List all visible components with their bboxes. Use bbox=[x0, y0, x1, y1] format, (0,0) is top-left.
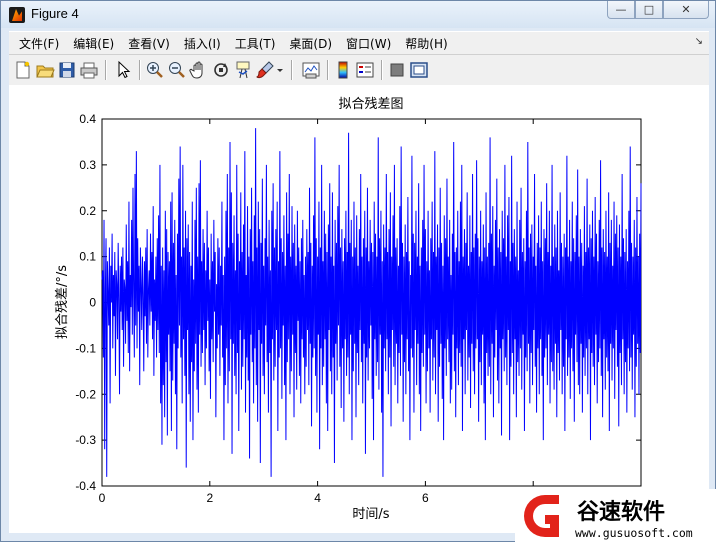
gusu-watermark-logo: 谷速软件 www.gusuosoft.com bbox=[515, 489, 716, 543]
x-axis-label: 时间/s bbox=[352, 507, 389, 522]
menu-edit[interactable]: 编辑(E) bbox=[73, 35, 114, 52]
menu-file[interactable]: 文件(F) bbox=[19, 35, 59, 52]
menu-tools[interactable]: 工具(T) bbox=[235, 35, 276, 52]
edit-plot-arrow-icon[interactable] bbox=[113, 60, 133, 80]
y-tick-label: -0.1 bbox=[75, 341, 96, 355]
menu-window[interactable]: 窗口(W) bbox=[346, 35, 391, 52]
hide-plot-tools-icon[interactable] bbox=[387, 60, 407, 80]
residual-plot: 拟合残差图 0246810 -0.4-0.3-0.2-0.100.10.20.3… bbox=[55, 97, 648, 522]
y-tick-label: 0.3 bbox=[79, 158, 96, 172]
brush-icon[interactable] bbox=[255, 60, 275, 80]
watermark-brand: 谷速软件 bbox=[577, 499, 665, 525]
chart-title: 拟合残差图 bbox=[338, 97, 403, 112]
insert-colorbar-icon[interactable] bbox=[333, 60, 353, 80]
menu-desktop[interactable]: 桌面(D) bbox=[289, 35, 332, 52]
y-tick-label: 0.1 bbox=[79, 250, 96, 264]
y-tick-label: -0.2 bbox=[75, 387, 96, 401]
matlab-logo-icon bbox=[9, 7, 25, 23]
y-tick-label: 0 bbox=[89, 296, 96, 310]
maximize-button[interactable]: □ bbox=[635, 1, 663, 19]
show-plot-tools-icon[interactable] bbox=[409, 60, 429, 80]
new-figure-icon[interactable] bbox=[13, 60, 33, 80]
link-plot-icon[interactable] bbox=[301, 60, 321, 80]
data-cursor-icon[interactable] bbox=[233, 60, 253, 80]
x-tick-label: 0 bbox=[99, 491, 106, 505]
y-tick-label: -0.4 bbox=[75, 479, 96, 493]
minimize-button[interactable]: — bbox=[607, 1, 635, 19]
y-tick-label: 0.2 bbox=[79, 204, 96, 218]
insert-legend-icon[interactable] bbox=[355, 60, 375, 80]
zoom-out-icon[interactable] bbox=[167, 60, 187, 80]
y-axis-label: 拟合残差/°/s bbox=[55, 265, 70, 339]
save-icon[interactable] bbox=[57, 60, 77, 80]
dock-arrow-icon[interactable]: ↘ bbox=[695, 36, 703, 47]
y-tick-label: -0.3 bbox=[75, 433, 96, 447]
window-title: Figure 4 bbox=[31, 6, 79, 21]
watermark-url: www.gusuosoft.com bbox=[575, 526, 693, 540]
figure-toolbar bbox=[9, 54, 709, 86]
x-tick-label: 2 bbox=[206, 491, 213, 505]
close-button[interactable]: ✕ bbox=[663, 1, 709, 19]
menu-bar: 文件(F) 编辑(E) 查看(V) 插入(I) 工具(T) 桌面(D) 窗口(W… bbox=[9, 31, 709, 54]
rotate-3d-icon[interactable] bbox=[211, 60, 231, 80]
zoom-in-icon[interactable] bbox=[145, 60, 165, 80]
y-tick-label: 0.4 bbox=[79, 112, 96, 126]
figure-canvas: 拟合残差图 0246810 -0.4-0.3-0.2-0.100.10.20.3… bbox=[9, 85, 709, 533]
menu-help[interactable]: 帮助(H) bbox=[405, 35, 447, 52]
figure-window: Figure 4 — □ ✕ 文件(F) 编辑(E) 查看(V) 插入(I) 工… bbox=[0, 0, 716, 543]
print-icon[interactable] bbox=[79, 60, 99, 80]
x-tick-label: 6 bbox=[422, 491, 429, 505]
brush-dropdown-icon[interactable] bbox=[275, 60, 285, 80]
menu-view[interactable]: 查看(V) bbox=[128, 35, 170, 52]
x-tick-label: 4 bbox=[314, 491, 321, 505]
title-bar[interactable]: Figure 4 — □ ✕ bbox=[1, 1, 715, 28]
open-file-icon[interactable] bbox=[35, 60, 55, 80]
pan-hand-icon[interactable] bbox=[189, 60, 209, 80]
menu-insert[interactable]: 插入(I) bbox=[184, 35, 221, 52]
